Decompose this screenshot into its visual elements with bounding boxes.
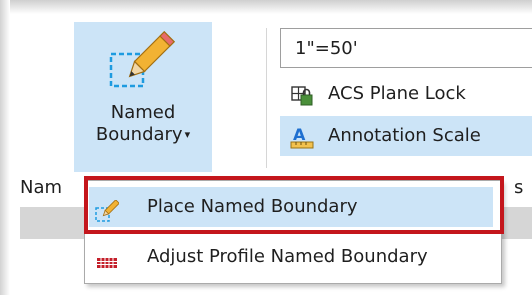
menu-item-label: Place Named Boundary xyxy=(147,196,358,217)
group-label: Nam xyxy=(20,177,63,198)
group-label-cutoff: s xyxy=(514,177,524,198)
profile-grid-icon xyxy=(95,245,119,269)
pencil-dashed-box-icon xyxy=(108,28,178,102)
svg-text:A: A xyxy=(293,125,306,144)
top-shadow xyxy=(0,0,532,14)
group-separator xyxy=(266,28,267,168)
annotation-scale-combobox[interactable]: 1"=50' xyxy=(280,28,532,68)
menu-item-label: Adjust Profile Named Boundary xyxy=(147,246,428,267)
named-boundary-label-text: Boundary xyxy=(95,124,183,145)
annotation-scale-icon: A xyxy=(290,124,314,149)
annotation-scale-button[interactable]: A Annotation Scale xyxy=(280,116,532,156)
named-boundary-label-line1: Named xyxy=(110,102,176,123)
named-boundary-button[interactable]: Named Boundary ▾ xyxy=(74,22,212,172)
named-boundary-dropdown: Place Named Boundary Adjust Profile Name… xyxy=(84,180,502,284)
menu-item-adjust-profile-named-boundary[interactable]: Adjust Profile Named Boundary xyxy=(85,233,501,281)
acs-plane-lock-icon xyxy=(290,82,314,106)
menu-item-place-named-boundary[interactable]: Place Named Boundary xyxy=(85,183,501,231)
acs-plane-lock-button[interactable]: ACS Plane Lock xyxy=(280,74,532,114)
chevron-down-icon[interactable]: ▾ xyxy=(185,128,191,141)
acs-plane-lock-label: ACS Plane Lock xyxy=(328,83,466,104)
named-boundary-label-line2: Boundary ▾ xyxy=(74,124,212,146)
annotation-scale-label: Annotation Scale xyxy=(328,125,481,146)
left-shadow xyxy=(0,0,10,295)
pencil-dashed-box-icon xyxy=(95,195,120,222)
